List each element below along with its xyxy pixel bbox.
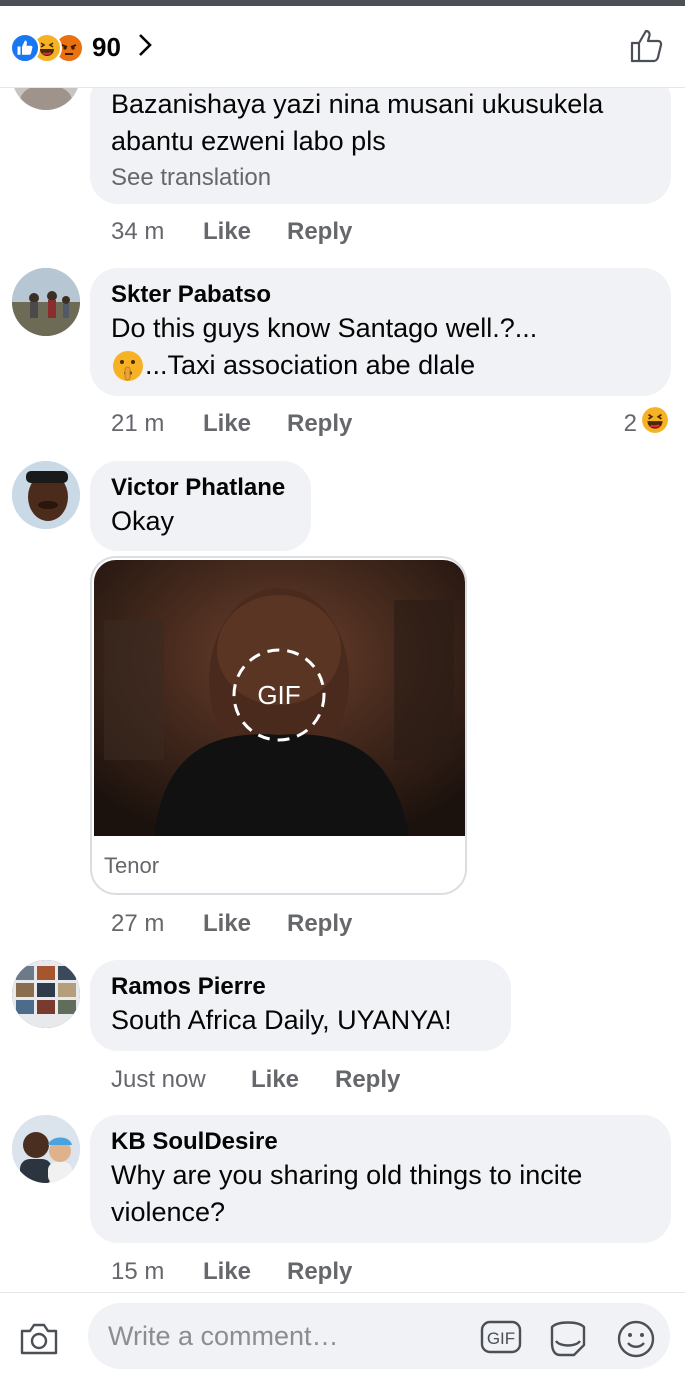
reply-button[interactable]: Reply (287, 1258, 352, 1286)
like-button[interactable]: Like (203, 1258, 287, 1286)
comment-time: 27 m (111, 910, 165, 937)
reply-button[interactable]: Reply (287, 218, 352, 246)
reply-button[interactable]: Reply (287, 910, 352, 938)
comment-text: Okay (111, 506, 175, 536)
emoji-icon[interactable] (616, 1319, 658, 1364)
comment-text: violence? (111, 1197, 226, 1227)
avatar[interactable] (12, 461, 80, 529)
comment-actions: 21 m Like Reply (111, 410, 352, 438)
comment-text: Do this guys know Santago well.?... (111, 313, 538, 343)
comment-author[interactable]: Victor Phatlane (111, 473, 291, 503)
like-button[interactable]: Like (203, 410, 287, 438)
avatar[interactable] (12, 1115, 80, 1183)
comment-bubble[interactable]: Bazanishaya yazi nina musani ukusukela a… (90, 72, 671, 204)
comment-text: Why are you sharing old things to incite (111, 1160, 583, 1190)
comment-bubble[interactable]: Victor Phatlane Okay (90, 461, 311, 551)
reply-button[interactable]: Reply (287, 410, 352, 438)
comment-bubble[interactable]: Skter Pabatso Do this guys know Santago … (90, 268, 671, 396)
like-button[interactable]: Like (203, 910, 287, 938)
camera-icon[interactable] (18, 1321, 60, 1362)
comment-actions: Just now Like Reply (111, 1066, 400, 1094)
comment-time: 15 m (111, 1258, 165, 1285)
comment-author[interactable]: Ramos Pierre (111, 972, 491, 1002)
comment-reaction-summary[interactable]: 2 (624, 406, 669, 441)
reaction-count: 90 (92, 32, 121, 62)
svg-text:GIF: GIF (487, 1329, 515, 1348)
like-button[interactable]: Like (251, 1066, 335, 1094)
like-button[interactable]: Like (203, 218, 287, 246)
gif-source-label[interactable]: Tenor (104, 853, 159, 879)
comment-actions: 34 m Like Reply (111, 218, 352, 246)
avatar[interactable] (12, 268, 80, 336)
shushing-face-icon (111, 349, 145, 383)
comment-text: ...Taxi association abe dlale (145, 350, 476, 380)
comment-text: South Africa Daily, UYANYA! (111, 1005, 452, 1035)
thumbs-up-outline-icon[interactable] (629, 28, 665, 69)
comment-actions: 27 m Like Reply (111, 910, 352, 938)
comment-time: 34 m (111, 218, 165, 245)
like-reaction-icon (10, 32, 40, 63)
see-translation-link[interactable]: See translation (111, 162, 651, 194)
gif-attachment[interactable]: GIF Tenor (90, 556, 467, 895)
reply-button[interactable]: Reply (335, 1066, 400, 1094)
comment-text-line: ...Taxi association abe dlale (111, 347, 651, 384)
chevron-right-icon[interactable] (137, 32, 153, 63)
comment-reaction-count: 2 (623, 409, 637, 437)
comment-bubble[interactable]: Ramos Pierre South Africa Daily, UYANYA! (90, 960, 511, 1051)
sticker-icon[interactable] (546, 1319, 590, 1364)
gif-picker-icon[interactable]: GIF (480, 1319, 522, 1360)
reactions-summary[interactable]: 90 (10, 32, 153, 63)
comment-bubble[interactable]: KB SoulDesire Why are you sharing old th… (90, 1115, 671, 1243)
gif-image[interactable]: GIF (94, 560, 465, 836)
comment-time: Just now (111, 1066, 206, 1093)
reactions-header: 90 (0, 6, 685, 88)
comment-author[interactable]: KB SoulDesire (111, 1127, 651, 1157)
comment-time: 21 m (111, 410, 165, 437)
avatar[interactable] (12, 960, 80, 1028)
gif-badge: GIF (257, 680, 300, 710)
comment-text: Bazanishaya yazi nina musani ukusukela (111, 89, 604, 119)
comment-author[interactable]: Skter Pabatso (111, 280, 651, 310)
comment-composer: GIF (0, 1292, 685, 1378)
comment-actions: 15 m Like Reply (111, 1258, 352, 1286)
comment-text: abantu ezweni labo pls (111, 126, 386, 156)
haha-icon (641, 406, 669, 441)
